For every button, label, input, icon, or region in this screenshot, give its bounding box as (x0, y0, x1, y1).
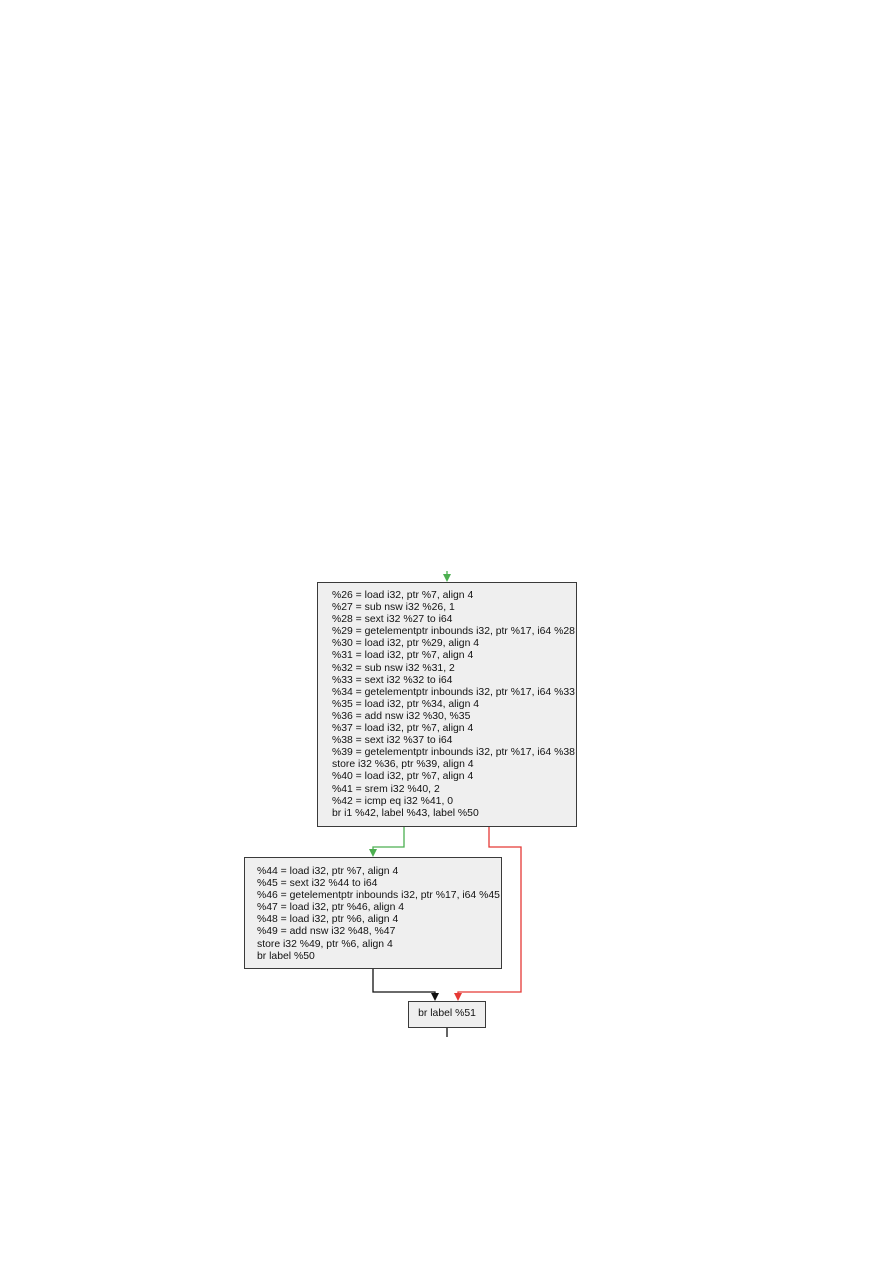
branch-instruction: br label %50 (257, 950, 315, 962)
instruction-line: %47 = load i32, ptr %46, align 4 (257, 902, 405, 914)
branch-instruction: br i1 %42, label %43, label %50 (332, 807, 479, 819)
instruction-line: %28 = sext i32 %27 to i64 (332, 614, 453, 626)
instruction-line: store i32 %36, ptr %39, align 4 (332, 759, 474, 771)
instruction-line: %42 = icmp eq i32 %41, 0 (332, 795, 454, 807)
instruction-line: %26 = load i32, ptr %7, align 4 (332, 590, 474, 601)
instruction-line: store i32 %49, ptr %6, align 4 (257, 938, 393, 950)
fallthrough-edge-arrowhead (431, 993, 439, 1001)
instruction-line: %34 = getelementptr inbounds i32, ptr %1… (332, 686, 575, 698)
then-block: %44 = load i32, ptr %7, align 4 %45 = se… (244, 857, 502, 969)
instruction-line: %36 = add nsw i32 %30, %35 (332, 710, 471, 722)
instruction-line: %31 = load i32, ptr %7, align 4 (332, 650, 474, 662)
instruction-line: %32 = sub nsw i32 %31, 2 (332, 662, 455, 674)
entry-block: %26 = load i32, ptr %7, align 4 %27 = su… (317, 582, 577, 827)
instruction-line: %38 = sext i32 %37 to i64 (332, 735, 453, 747)
instruction-line: %29 = getelementptr inbounds i32, ptr %1… (332, 626, 575, 638)
instruction-line: %33 = sext i32 %32 to i64 (332, 674, 453, 686)
instruction-line: %35 = load i32, ptr %34, align 4 (332, 698, 480, 710)
instruction-line: %40 = load i32, ptr %7, align 4 (332, 771, 474, 783)
merge-block: br label %51 (408, 1001, 486, 1028)
instruction-line: %46 = getelementptr inbounds i32, ptr %1… (257, 890, 500, 902)
instruction-line: %37 = load i32, ptr %7, align 4 (332, 723, 474, 735)
incoming-arrowhead (443, 574, 451, 582)
false-edge-arrowhead (454, 993, 462, 1001)
instruction-line: %49 = add nsw i32 %48, %47 (257, 926, 396, 938)
instruction-line: %48 = load i32, ptr %6, align 4 (257, 914, 399, 926)
instruction-line: %44 = load i32, ptr %7, align 4 (257, 866, 399, 877)
true-edge-arrowhead (369, 849, 377, 857)
fallthrough-edge (372, 969, 439, 1001)
instruction-line: %27 = sub nsw i32 %26, 1 (332, 602, 455, 614)
instruction-line: %30 = load i32, ptr %29, align 4 (332, 638, 480, 650)
true-edge (369, 827, 405, 857)
instruction-line: %41 = srem i32 %40, 2 (332, 783, 440, 795)
instruction-line: %39 = getelementptr inbounds i32, ptr %1… (332, 747, 575, 759)
incoming-edge (443, 571, 451, 582)
branch-instruction: br label %51 (418, 1008, 476, 1020)
instruction-line: %45 = sext i32 %44 to i64 (257, 878, 378, 890)
